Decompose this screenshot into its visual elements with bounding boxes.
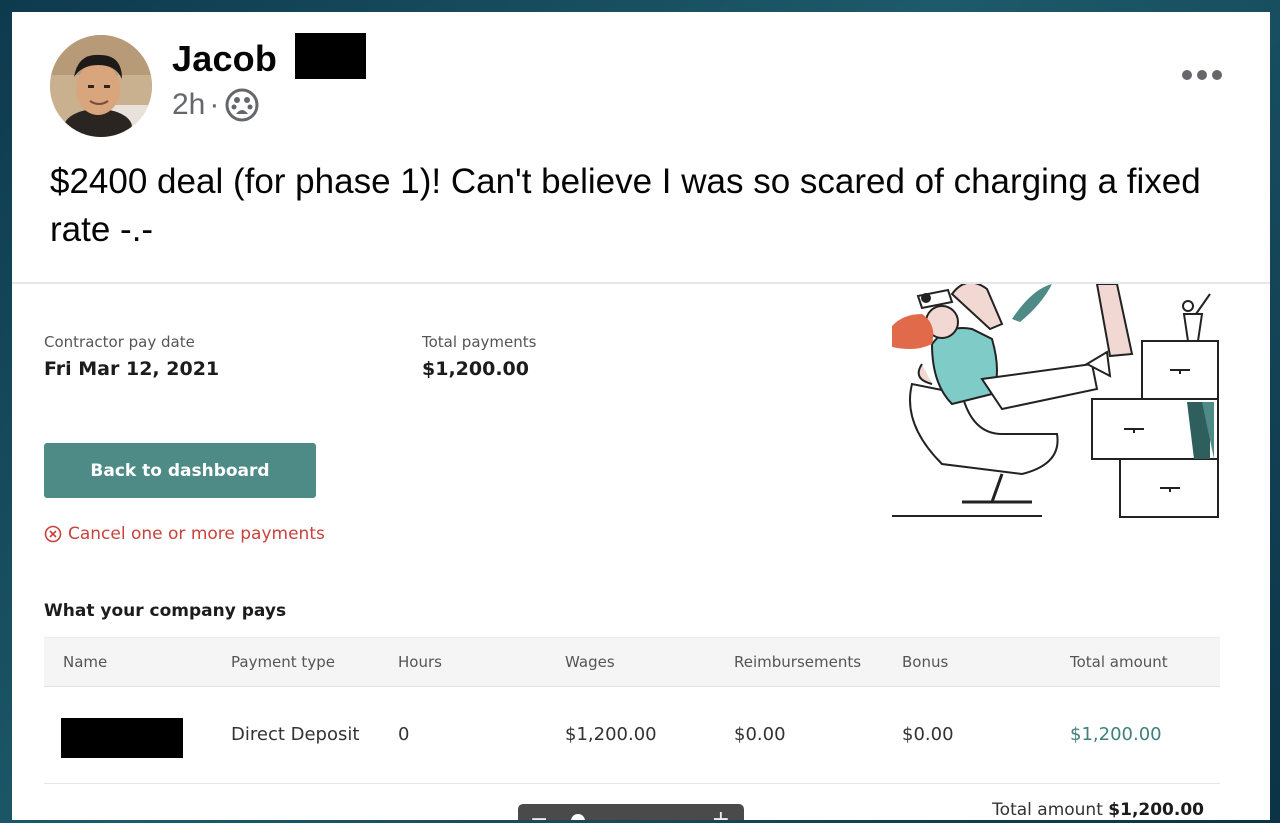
column-header-name: Name xyxy=(63,653,108,671)
cancel-payments-link[interactable]: Cancel one or more payments xyxy=(44,524,325,544)
cell-bonus: $0.00 xyxy=(902,724,954,745)
column-header-total-amount: Total amount xyxy=(1070,653,1168,671)
more-dot-icon xyxy=(1212,70,1222,80)
cell-wages: $1,200.00 xyxy=(565,724,657,745)
group-icon[interactable] xyxy=(225,88,259,122)
more-dot-icon xyxy=(1182,70,1192,80)
zoom-out-button[interactable]: − xyxy=(530,807,548,820)
back-to-dashboard-button[interactable]: Back to dashboard xyxy=(44,443,316,498)
cell-hours: 0 xyxy=(398,724,410,745)
more-options-button[interactable] xyxy=(1178,66,1226,84)
section-title: What your company pays xyxy=(44,601,287,621)
zoom-in-button[interactable]: + xyxy=(712,807,730,820)
redacted-name-cell xyxy=(61,718,183,758)
more-dot-icon xyxy=(1197,70,1207,80)
zoom-control: − + xyxy=(518,804,744,820)
column-header-wages: Wages xyxy=(565,653,615,671)
column-header-reimbursements: Reimbursements xyxy=(734,653,862,671)
cell-total-amount: $1,200.00 xyxy=(1070,724,1162,745)
table-row: Direct Deposit 0 $1,200.00 $0.00 $0.00 $… xyxy=(44,686,1220,784)
cancel-circle-icon xyxy=(44,525,62,543)
avatar-photo xyxy=(50,35,152,137)
avatar[interactable] xyxy=(50,35,152,137)
cell-payment-type: Direct Deposit xyxy=(231,724,360,745)
zoom-slider-knob[interactable] xyxy=(570,814,585,820)
cancel-payments-label: Cancel one or more payments xyxy=(68,524,325,544)
redacted-surname xyxy=(295,33,366,79)
post-time[interactable]: 2h xyxy=(172,88,205,122)
post-meta: 2h · xyxy=(172,88,259,122)
meta-separator: · xyxy=(209,88,220,121)
total-payments-value: $1,200.00 xyxy=(422,358,529,380)
total-payments-label: Total payments xyxy=(422,333,537,351)
pay-date-value: Fri Mar 12, 2021 xyxy=(44,358,220,380)
cell-reimbursements: $0.00 xyxy=(734,724,786,745)
table-header: Name Payment type Hours Wages Reimbursem… xyxy=(44,637,1220,687)
footer-total-label: Total amount xyxy=(992,800,1109,820)
facebook-post-card: Jacob 2h · $2400 deal (for phase 1)! Can… xyxy=(12,12,1270,820)
column-header-hours: Hours xyxy=(398,653,442,671)
post-text: $2400 deal (for phase 1)! Can't believe … xyxy=(50,162,1201,249)
relaxing-person-illustration xyxy=(892,284,1219,518)
footer-total: Total amount $1,200.00 xyxy=(992,800,1204,820)
author-name[interactable]: Jacob xyxy=(172,38,277,80)
payment-screenshot: Contractor pay date Fri Mar 12, 2021 Tot… xyxy=(12,284,1270,820)
footer-total-value: $1,200.00 xyxy=(1108,800,1204,820)
pay-date-label: Contractor pay date xyxy=(44,333,195,351)
column-header-bonus: Bonus xyxy=(902,653,949,671)
column-header-payment-type: Payment type xyxy=(231,653,335,671)
